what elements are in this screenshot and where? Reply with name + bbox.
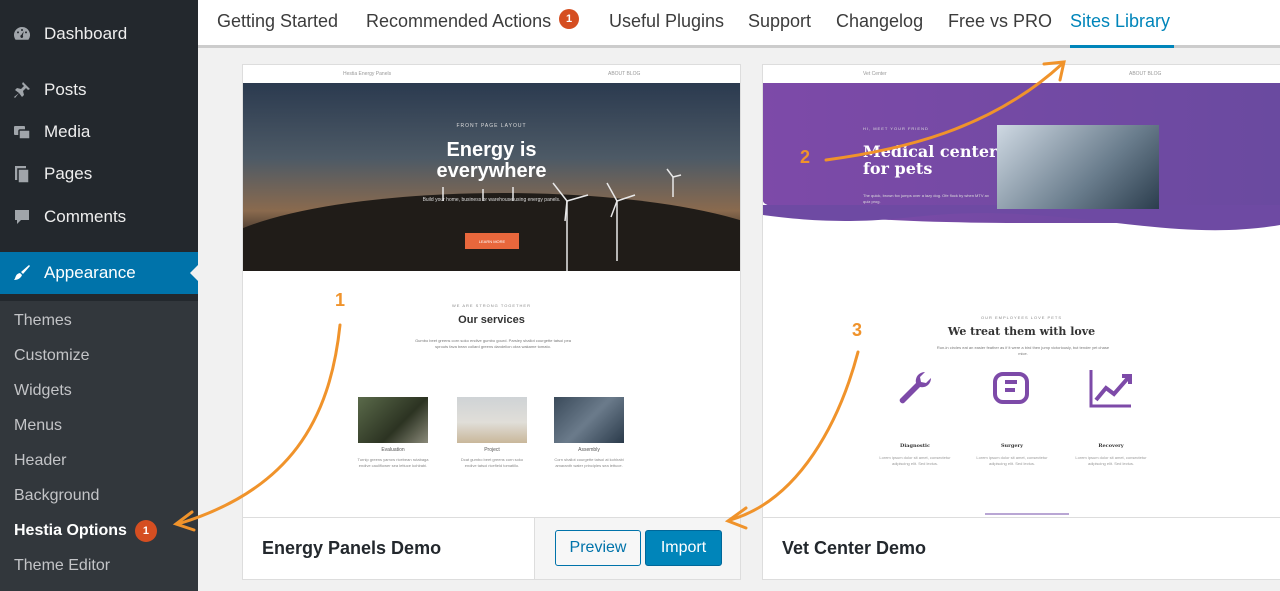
annotation-number: 3 bbox=[852, 320, 863, 340]
annotation-number: 1 bbox=[335, 290, 346, 310]
annotation-arrows bbox=[172, 60, 1066, 532]
screen: Dashboard Posts Media Pages Comments App… bbox=[0, 0, 1280, 591]
annotation-number: 2 bbox=[800, 147, 811, 167]
